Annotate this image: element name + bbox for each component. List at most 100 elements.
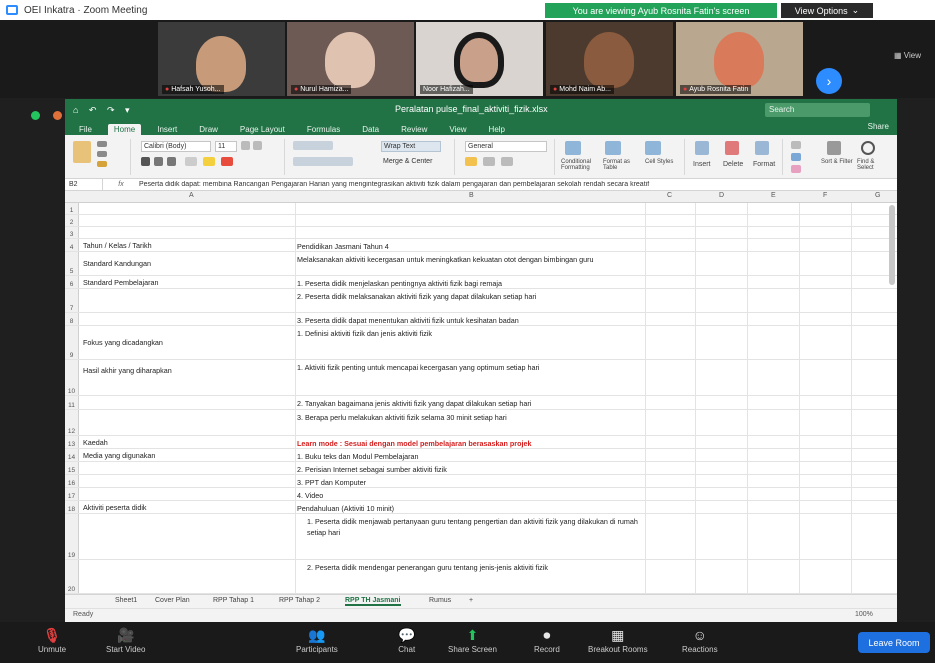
column-header[interactable]: G xyxy=(875,192,880,199)
cell-a[interactable]: Aktiviti peserta didik xyxy=(83,503,293,512)
increase-font-icon[interactable] xyxy=(241,141,250,150)
participant-tile[interactable]: ● Hafsah Yusoh... xyxy=(158,22,285,96)
clear-icon[interactable] xyxy=(791,165,801,173)
decrease-font-icon[interactable] xyxy=(253,141,262,150)
italic-icon[interactable] xyxy=(154,157,163,166)
tab-home[interactable]: Home xyxy=(107,124,142,135)
cell-b[interactable]: Pendidikan Jasmani Tahun 4 xyxy=(297,241,642,252)
underline-icon[interactable] xyxy=(167,157,176,166)
conditional-formatting-icon[interactable] xyxy=(565,141,581,155)
tab-formulas[interactable]: Formulas xyxy=(301,124,346,135)
tab-insert[interactable]: Insert xyxy=(151,124,183,135)
table-row[interactable]: 2 xyxy=(65,215,897,227)
align-left-icon[interactable] xyxy=(293,157,353,166)
table-row[interactable]: 14 Media yang digunakan 1. Buku teks dan… xyxy=(65,449,897,462)
cell-b[interactable]: Melaksanakan aktiviti kecergasan untuk m… xyxy=(297,254,642,265)
font-size-select[interactable]: 11 xyxy=(215,141,237,152)
participant-tile[interactable]: Noor Hafizah... xyxy=(416,22,543,96)
table-row[interactable]: 18 Aktiviti peserta didik Pendahuluan (A… xyxy=(65,501,897,514)
cell-a[interactable]: Standard Pembelajaran xyxy=(83,278,293,287)
spreadsheet-grid[interactable]: 1 2 3 4 Tahun / Kelas / Tarikh Pendidika… xyxy=(65,203,897,594)
merge-center-button[interactable]: Merge & Center xyxy=(381,157,449,168)
chat-button[interactable]: 💬 Chat xyxy=(398,625,415,654)
share-screen-button[interactable]: ⬆ Share Screen xyxy=(448,625,497,654)
number-format-select[interactable]: General xyxy=(465,141,547,152)
cell-b[interactable]: 2. Peserta didik mendengar penerangan gu… xyxy=(297,562,642,573)
table-row[interactable]: 19 1. Peserta didik menjawab pertanyaan … xyxy=(65,514,897,560)
cell-b[interactable]: 3. Peserta didik dapat menentukan aktivi… xyxy=(297,315,642,326)
sheet-tab[interactable]: Rumus xyxy=(429,597,451,604)
table-row[interactable]: 17 4. Video xyxy=(65,488,897,501)
font-color-icon[interactable] xyxy=(221,157,233,166)
table-row[interactable]: 3 xyxy=(65,227,897,239)
table-row[interactable]: 10 Hasil akhir yang diharapkan 1. Aktivi… xyxy=(65,360,897,396)
column-header[interactable]: D xyxy=(719,192,724,199)
borders-icon[interactable] xyxy=(185,157,197,166)
vertical-scrollbar[interactable] xyxy=(889,205,895,285)
cell-a[interactable]: Tahun / Kelas / Tarikh xyxy=(83,241,293,250)
fill-icon[interactable] xyxy=(791,153,801,161)
delete-cells-icon[interactable] xyxy=(725,141,739,155)
tab-data[interactable]: Data xyxy=(356,124,385,135)
cell-a[interactable]: Fokus yang dicadangkan xyxy=(83,338,293,347)
tab-view[interactable]: View xyxy=(443,124,472,135)
cell-b[interactable]: 1. Peserta didik menjawab pertanyaan gur… xyxy=(297,516,642,538)
unmute-button[interactable]: 🎙 Unmute xyxy=(38,625,66,654)
search-box[interactable]: Search xyxy=(765,103,870,117)
cell-b[interactable]: Pendahuluan (Aktiviti 10 minit) xyxy=(297,503,642,514)
cell-a[interactable]: Hasil akhir yang diharapkan xyxy=(83,366,293,375)
align-top-icon[interactable] xyxy=(293,141,333,150)
font-name-select[interactable]: Calibri (Body) xyxy=(141,141,211,152)
format-cells-icon[interactable] xyxy=(755,141,769,155)
sheet-tab[interactable]: RPP Tahap 1 xyxy=(213,597,254,604)
table-row[interactable]: 13 Kaedah Learn mode : Sesuai dengan mod… xyxy=(65,436,897,449)
wrap-text-button[interactable]: Wrap Text xyxy=(381,141,441,152)
breakout-rooms-button[interactable]: ▦ Breakout Rooms xyxy=(588,625,648,654)
cell-b[interactable]: 1. Peserta didik menjelaskan pentingnya … xyxy=(297,278,642,289)
table-row[interactable]: 4 Tahun / Kelas / Tarikh Pendidikan Jasm… xyxy=(65,239,897,252)
view-options-button[interactable]: View Options ⌄ xyxy=(781,3,873,18)
currency-icon[interactable] xyxy=(465,157,477,166)
cell-b[interactable]: 1. Buku teks dan Modul Pembelajaran xyxy=(297,451,642,462)
tab-help[interactable]: Help xyxy=(483,124,511,135)
cell-b[interactable]: 3. Berapa perlu melakukan aktiviti fizik… xyxy=(297,412,642,423)
cut-icon[interactable] xyxy=(97,141,107,147)
participants-button[interactable]: 👥 Participants xyxy=(296,625,338,654)
insert-cells-icon[interactable] xyxy=(695,141,709,155)
record-button[interactable]: ⏺ Record xyxy=(534,625,560,654)
table-row[interactable]: 5 Standard Kandungan Melaksanakan aktivi… xyxy=(65,252,897,276)
reactions-button[interactable]: ☺ Reactions xyxy=(682,625,718,654)
cell-b[interactable]: 4. Video xyxy=(297,490,642,501)
participant-tile[interactable]: ● Ayub Rosnita Fatin xyxy=(676,22,803,96)
column-header[interactable]: C xyxy=(667,192,672,199)
comma-icon[interactable] xyxy=(501,157,513,166)
percent-icon[interactable] xyxy=(483,157,495,166)
paste-icon[interactable] xyxy=(73,141,91,163)
column-header[interactable]: B xyxy=(469,192,474,199)
tab-review[interactable]: Review xyxy=(395,124,433,135)
column-header[interactable]: A xyxy=(189,192,194,199)
cell-b[interactable]: 1. Aktiviti fizik penting untuk mencapai… xyxy=(297,362,642,373)
table-row[interactable]: 15 2. Perisian Internet sebagai sumber a… xyxy=(65,462,897,475)
cell-b[interactable]: Learn mode : Sesuai dengan model pembela… xyxy=(297,438,642,449)
autosum-icon[interactable] xyxy=(791,141,801,149)
table-row[interactable]: 1 xyxy=(65,203,897,215)
cell-a[interactable]: Media yang digunakan xyxy=(83,451,293,460)
cell-a[interactable]: Standard Kandungan xyxy=(83,259,293,268)
table-row[interactable]: 20 2. Peserta didik mendengar penerangan… xyxy=(65,560,897,594)
gallery-view-button[interactable]: ▦ View xyxy=(894,51,921,60)
cell-b[interactable]: 1. Definisi aktiviti fizik dan jenis akt… xyxy=(297,328,642,339)
tab-file[interactable]: File xyxy=(73,124,98,135)
table-row[interactable]: 7 2. Peserta didik melaksanakan aktiviti… xyxy=(65,289,897,313)
leave-button[interactable]: Leave Room xyxy=(858,632,930,653)
sheet-tab[interactable]: Sheet1 xyxy=(115,597,137,604)
copy-icon[interactable] xyxy=(97,151,107,157)
find-icon[interactable] xyxy=(861,141,875,155)
cell-b[interactable]: 3. PPT dan Komputer xyxy=(297,477,642,488)
share-button[interactable]: Share xyxy=(868,122,889,131)
sheet-tab[interactable]: Cover Plan xyxy=(155,597,190,604)
zoom-level[interactable]: 100% xyxy=(855,611,873,618)
cell-styles-icon[interactable] xyxy=(645,141,661,155)
table-row[interactable]: 9 Fokus yang dicadangkan 1. Definisi akt… xyxy=(65,326,897,360)
cell-b[interactable]: 2. Tanyakan bagaimana jenis aktiviti fiz… xyxy=(297,398,642,409)
